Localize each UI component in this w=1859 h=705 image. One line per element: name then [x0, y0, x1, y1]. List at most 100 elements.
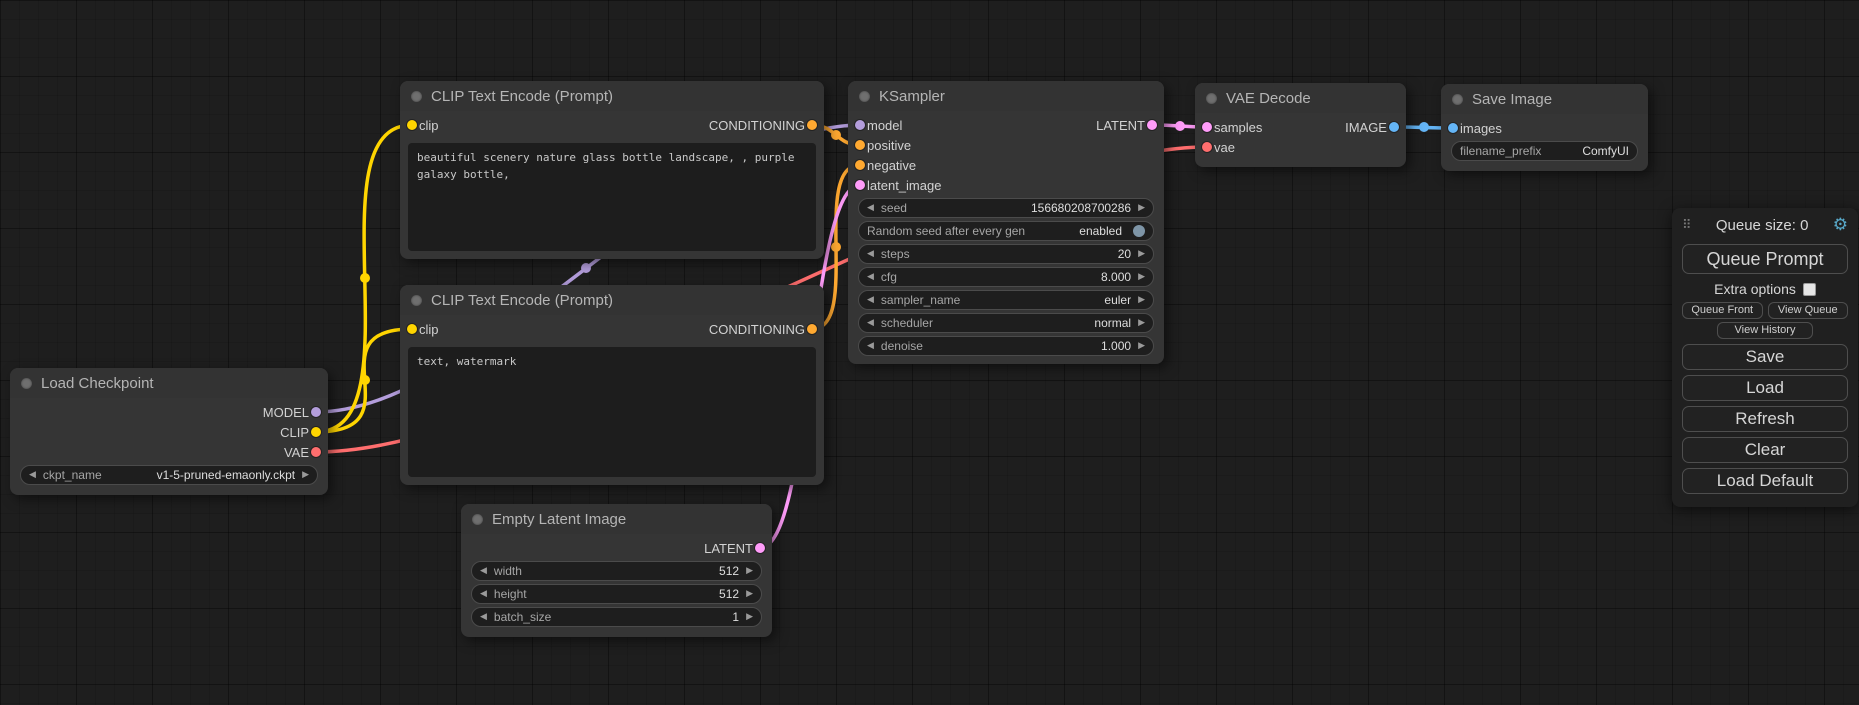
sampler-name-widget[interactable]: ◀ sampler_name euler ▶ [858, 290, 1154, 310]
queue-prompt-button[interactable]: Queue Prompt [1682, 244, 1848, 274]
output-row-model: MODEL [10, 402, 328, 422]
clip-output-dot[interactable] [311, 427, 321, 437]
increment-arrow-icon[interactable]: ▶ [1138, 342, 1145, 351]
random-seed-toggle-widget[interactable]: Random seed after every gen enabled [858, 221, 1154, 241]
widget-value: normal [1094, 316, 1131, 330]
save-image-title-bar[interactable]: Save Image [1441, 84, 1648, 114]
load-checkpoint-title-bar[interactable]: Load Checkpoint [10, 368, 328, 398]
increment-arrow-icon[interactable]: ▶ [1138, 250, 1145, 259]
decrement-arrow-icon[interactable]: ◀ [867, 273, 874, 282]
clip-encode-positive-title-bar[interactable]: CLIP Text Encode (Prompt) [400, 81, 824, 111]
decrement-arrow-icon[interactable]: ◀ [867, 296, 874, 305]
clip-input-label: clip [419, 322, 439, 337]
positive-input-dot[interactable] [855, 140, 865, 150]
node-title-label: VAE Decode [1226, 90, 1311, 107]
node-ksampler[interactable]: KSampler model LATENT positive negative … [848, 81, 1164, 364]
latent-output-dot[interactable] [755, 543, 765, 553]
model-output-dot[interactable] [311, 407, 321, 417]
latent-image-input-dot[interactable] [855, 180, 865, 190]
scheduler-widget[interactable]: ◀ scheduler normal ▶ [858, 313, 1154, 333]
clip-input-dot[interactable] [407, 324, 417, 334]
node-save-image[interactable]: Save Image images filename_prefix ComfyU… [1441, 84, 1648, 171]
queue-front-button[interactable]: Queue Front [1682, 302, 1763, 319]
cfg-widget[interactable]: ◀ cfg 8.000 ▶ [858, 267, 1154, 287]
decrement-arrow-icon[interactable]: ◀ [480, 590, 487, 599]
widget-name: ckpt_name [43, 468, 102, 482]
slot-row-images: images [1441, 118, 1648, 138]
node-title-label: Load Checkpoint [41, 375, 154, 392]
positive-input-label: positive [867, 138, 911, 153]
decrement-arrow-icon[interactable]: ◀ [29, 471, 36, 480]
drag-handle-icon[interactable]: ⠿ [1682, 218, 1692, 233]
decrement-arrow-icon[interactable]: ◀ [480, 613, 487, 622]
clear-button[interactable]: Clear [1682, 437, 1848, 463]
ksampler-title-bar[interactable]: KSampler [848, 81, 1164, 111]
gear-icon[interactable]: ⚙ [1833, 217, 1848, 234]
load-default-button[interactable]: Load Default [1682, 468, 1848, 494]
increment-arrow-icon[interactable]: ▶ [1138, 204, 1145, 213]
node-title-label: CLIP Text Encode (Prompt) [431, 88, 613, 105]
widget-value: euler [1104, 293, 1131, 307]
view-history-button[interactable]: View History [1717, 322, 1813, 339]
empty-latent-title-bar[interactable]: Empty Latent Image [461, 504, 772, 534]
samples-input-dot[interactable] [1202, 122, 1212, 132]
output-row-latent: LATENT [461, 538, 772, 558]
node-clip-text-encode-negative[interactable]: CLIP Text Encode (Prompt) clip CONDITION… [400, 285, 824, 485]
increment-arrow-icon[interactable]: ▶ [1138, 296, 1145, 305]
decrement-arrow-icon[interactable]: ◀ [480, 567, 487, 576]
node-empty-latent-image[interactable]: Empty Latent Image LATENT ◀ width 512 ▶ … [461, 504, 772, 637]
increment-arrow-icon[interactable]: ▶ [1138, 273, 1145, 282]
conditioning-output-dot[interactable] [807, 324, 817, 334]
decrement-arrow-icon[interactable]: ◀ [867, 250, 874, 259]
negative-input-dot[interactable] [855, 160, 865, 170]
increment-arrow-icon[interactable]: ▶ [302, 471, 309, 480]
view-queue-button[interactable]: View Queue [1768, 302, 1849, 319]
widget-name: batch_size [494, 610, 551, 624]
batch-size-widget[interactable]: ◀ batch_size 1 ▶ [471, 607, 762, 627]
increment-arrow-icon[interactable]: ▶ [746, 567, 753, 576]
widget-name: denoise [881, 339, 923, 353]
toggle-knob-icon[interactable] [1133, 225, 1145, 237]
clip-encode-negative-title-bar[interactable]: CLIP Text Encode (Prompt) [400, 285, 824, 315]
vae-output-dot[interactable] [311, 447, 321, 457]
images-input-dot[interactable] [1448, 123, 1458, 133]
output-row-vae: VAE [10, 442, 328, 462]
negative-prompt-textarea[interactable]: text, watermark [408, 347, 816, 477]
latent-image-input-label: latent_image [867, 178, 941, 193]
filename-prefix-widget[interactable]: filename_prefix ComfyUI [1451, 141, 1638, 161]
model-input-dot[interactable] [855, 120, 865, 130]
vae-input-dot[interactable] [1202, 142, 1212, 152]
image-output-dot[interactable] [1389, 122, 1399, 132]
height-widget[interactable]: ◀ height 512 ▶ [471, 584, 762, 604]
decrement-arrow-icon[interactable]: ◀ [867, 342, 874, 351]
widget-value: enabled [1079, 224, 1122, 238]
node-load-checkpoint[interactable]: Load Checkpoint MODEL CLIP VAE ◀ ckpt_na… [10, 368, 328, 495]
extra-options-checkbox[interactable] [1803, 283, 1816, 296]
refresh-button[interactable]: Refresh [1682, 406, 1848, 432]
clip-input-dot[interactable] [407, 120, 417, 130]
latent-output-dot[interactable] [1147, 120, 1157, 130]
node-vae-decode[interactable]: VAE Decode samples IMAGE vae [1195, 83, 1406, 167]
node-graph-canvas[interactable]: Load Checkpoint MODEL CLIP VAE ◀ ckpt_na… [0, 0, 1859, 705]
slot-row-vae: vae [1195, 137, 1406, 157]
seed-widget[interactable]: ◀ seed 156680208700286 ▶ [858, 198, 1154, 218]
ckpt-name-widget[interactable]: ◀ ckpt_name v1-5-pruned-emaonly.ckpt ▶ [20, 465, 318, 485]
node-clip-text-encode-positive[interactable]: CLIP Text Encode (Prompt) clip CONDITION… [400, 81, 824, 259]
positive-prompt-textarea[interactable]: beautiful scenery nature glass bottle la… [408, 143, 816, 251]
widget-value: 8.000 [1101, 270, 1131, 284]
save-button[interactable]: Save [1682, 344, 1848, 370]
steps-widget[interactable]: ◀ steps 20 ▶ [858, 244, 1154, 264]
node-status-dot [472, 514, 483, 525]
load-button[interactable]: Load [1682, 375, 1848, 401]
conditioning-output-dot[interactable] [807, 120, 817, 130]
width-widget[interactable]: ◀ width 512 ▶ [471, 561, 762, 581]
widget-value: 20 [1118, 247, 1131, 261]
increment-arrow-icon[interactable]: ▶ [746, 590, 753, 599]
increment-arrow-icon[interactable]: ▶ [746, 613, 753, 622]
wire-conditioning-negative-midpoint-dot [831, 242, 841, 252]
decrement-arrow-icon[interactable]: ◀ [867, 319, 874, 328]
increment-arrow-icon[interactable]: ▶ [1138, 319, 1145, 328]
denoise-widget[interactable]: ◀ denoise 1.000 ▶ [858, 336, 1154, 356]
vae-decode-title-bar[interactable]: VAE Decode [1195, 83, 1406, 113]
decrement-arrow-icon[interactable]: ◀ [867, 204, 874, 213]
